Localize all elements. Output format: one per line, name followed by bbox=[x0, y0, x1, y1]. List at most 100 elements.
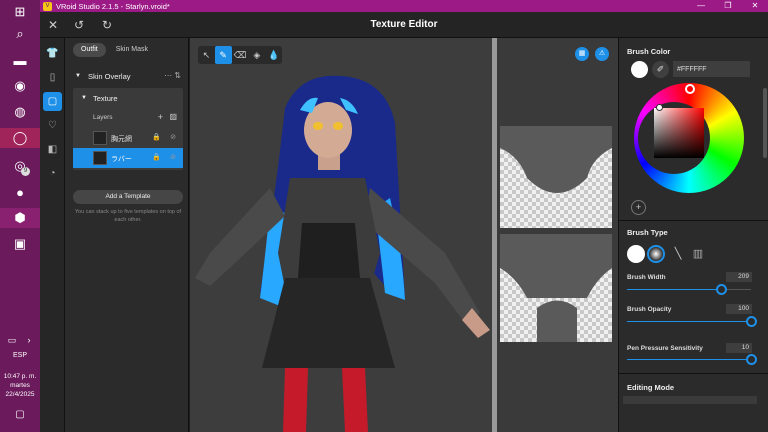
eye-off-icon[interactable]: ⊘ bbox=[170, 153, 176, 161]
hex-color-input[interactable] bbox=[673, 61, 750, 77]
brush-opacity-value[interactable]: 100 bbox=[726, 304, 752, 314]
search-icon[interactable]: ⌕ bbox=[8, 24, 32, 44]
app-root: ⊞ ⌕ ▬ ◉ ◍ ◯ ◎ 9 ● ⬢ ▣ ▭ › ESP 10:47 p. m… bbox=[0, 0, 768, 432]
layer-name: 胸元網 bbox=[111, 136, 132, 143]
panel-scrollbar[interactable] bbox=[763, 88, 767, 158]
onepiece-icon[interactable]: ▯ bbox=[43, 68, 62, 87]
texture-header[interactable]: ▼ Texture bbox=[73, 92, 183, 106]
page-title: Texture Editor bbox=[370, 19, 438, 30]
bra-icon[interactable]: ♡ bbox=[43, 116, 62, 135]
current-color-swatch[interactable] bbox=[631, 61, 648, 78]
file-explorer-icon[interactable]: ▬ bbox=[8, 50, 32, 70]
layer-row-selected[interactable]: ラバー 🔒 ⊘ bbox=[73, 148, 183, 168]
minimize-button[interactable]: — bbox=[688, 0, 714, 12]
layers-header: Layers + ▨ bbox=[73, 112, 183, 124]
tab-skin-mask[interactable]: Skin Mask bbox=[108, 43, 156, 57]
notification-badge: 9 bbox=[21, 167, 30, 176]
tab-outfit[interactable]: Outfit bbox=[73, 43, 106, 57]
layer-panel: Outfit Skin Mask ▼ Skin Overlay ⋯ ⇅ ▼ Te… bbox=[65, 38, 189, 432]
color-handle[interactable] bbox=[656, 104, 663, 111]
divider bbox=[619, 220, 768, 221]
add-layer-icon[interactable]: + bbox=[158, 112, 163, 122]
chevron-right-icon[interactable]: › bbox=[22, 330, 36, 350]
saturation-value-picker[interactable] bbox=[654, 108, 704, 158]
expand-down-icon: ▼ bbox=[81, 95, 87, 101]
close-window-button[interactable]: ✕ bbox=[742, 0, 768, 12]
layers-label: Layers bbox=[93, 114, 113, 121]
slider-handle[interactable] bbox=[746, 354, 757, 365]
discord-icon[interactable]: ◍ bbox=[8, 102, 32, 122]
layer-thumbnail bbox=[93, 131, 107, 145]
grid-toggle-icon[interactable]: ▦ bbox=[575, 47, 589, 61]
windows-taskbar: ⊞ ⌕ ▬ ◉ ◍ ◯ ◎ 9 ● ⬢ ▣ ▭ › ESP 10:47 p. m… bbox=[0, 0, 40, 432]
layer-row[interactable]: 胸元網 🔒 ⊘ bbox=[73, 128, 183, 148]
language-indicator[interactable]: ESP bbox=[0, 352, 40, 359]
soft-brush-icon[interactable] bbox=[647, 245, 665, 263]
pointer-icon[interactable]: ↖ bbox=[198, 46, 215, 64]
category-strip: 👕 ▯ ▢ ♡ ◧ ◔ bbox=[40, 38, 65, 432]
slider-handle[interactable] bbox=[716, 284, 728, 295]
top-garment-icon[interactable]: 👕 bbox=[43, 44, 62, 63]
expand-down-icon: ▼ bbox=[75, 73, 81, 79]
import-image-icon[interactable]: ▨ bbox=[169, 112, 177, 121]
section-menu-icon[interactable]: ⋯ ⇅ bbox=[164, 71, 181, 80]
slider-fill bbox=[627, 321, 751, 322]
pen-icon[interactable]: ✎ bbox=[214, 46, 232, 64]
gallery-icon[interactable]: ▣ bbox=[8, 234, 32, 254]
maximize-button[interactable]: ❐ bbox=[715, 0, 741, 12]
texture-brush-icon[interactable]: ▥ bbox=[689, 245, 707, 263]
add-template-button[interactable]: Add a Template bbox=[73, 190, 183, 204]
lock-icon[interactable]: 🔒 bbox=[152, 133, 161, 141]
body-overlay-icon[interactable]: ▢ bbox=[43, 92, 62, 111]
texture-label: Texture bbox=[93, 94, 118, 103]
whatsapp-icon[interactable]: ◎ 9 bbox=[8, 156, 32, 176]
texture-canvas[interactable]: ▦ ⚠ bbox=[497, 38, 618, 432]
lock-icon[interactable]: 🔒 bbox=[152, 153, 161, 161]
pen-pressure-label: Pen Pressure Sensitivity bbox=[627, 345, 703, 352]
clock-date: 22/4/2025 bbox=[5, 391, 35, 398]
shoes-icon[interactable]: ◧ bbox=[43, 140, 62, 159]
pen-pressure-slider[interactable] bbox=[627, 354, 757, 365]
brush-opacity-label: Brush Opacity bbox=[627, 306, 672, 313]
slider-handle[interactable] bbox=[746, 316, 757, 327]
line-brush-icon[interactable]: ╲ bbox=[669, 245, 687, 263]
firefox-icon[interactable]: ◉ bbox=[8, 76, 32, 96]
section-skin-overlay[interactable]: ▼ Skin Overlay ⋯ ⇅ bbox=[65, 70, 189, 84]
eye-off-icon[interactable]: ⊘ bbox=[170, 133, 176, 141]
clock-day: martes bbox=[10, 382, 30, 389]
add-color-button[interactable]: + bbox=[631, 200, 646, 215]
accessory-icon[interactable]: ◔ bbox=[43, 164, 62, 183]
system-clock[interactable]: 10:47 p. m. martes 22/4/2025 bbox=[0, 372, 40, 399]
steam-icon[interactable]: ● bbox=[8, 182, 32, 202]
mirror-toggle-icon[interactable]: ⚠ bbox=[595, 47, 609, 61]
brush-width-value[interactable]: 209 bbox=[726, 272, 752, 282]
brush-width-slider[interactable] bbox=[627, 284, 751, 295]
vroid-app-icon: V bbox=[43, 1, 52, 11]
layer-name: ラバー bbox=[111, 156, 132, 163]
outfit-tabs: Outfit Skin Mask bbox=[73, 43, 158, 57]
brush-width-label: Brush Width bbox=[627, 274, 666, 281]
brush-opacity-slider[interactable] bbox=[627, 316, 757, 327]
windows-icon[interactable]: ⊞ bbox=[8, 2, 32, 22]
model-viewport[interactable]: ↖ ✎ ⌫ ◈ 💧 bbox=[190, 38, 492, 432]
pen-pressure-value[interactable]: 10 bbox=[726, 343, 752, 353]
slider-fill bbox=[627, 359, 751, 360]
editor-header: ✕ ↺ ↻ Texture Editor bbox=[40, 12, 768, 38]
opera-icon[interactable]: ◯ bbox=[0, 128, 40, 148]
fill-icon[interactable]: ◈ bbox=[248, 46, 265, 64]
editing-mode-options[interactable] bbox=[623, 396, 757, 404]
brush-type-title: Brush Type bbox=[627, 228, 668, 237]
hue-handle[interactable] bbox=[685, 84, 695, 94]
blur-icon[interactable]: 💧 bbox=[265, 46, 282, 64]
template-note: You can stack up to five templates on to… bbox=[74, 209, 182, 223]
notification-center-icon[interactable]: ▢ bbox=[8, 404, 32, 424]
round-brush-icon[interactable] bbox=[627, 245, 645, 263]
divider bbox=[619, 373, 768, 374]
vroid-icon[interactable]: ⬢ bbox=[0, 208, 40, 228]
clock-time: 10:47 p. m. bbox=[3, 373, 37, 380]
eraser-icon[interactable]: ⌫ bbox=[232, 46, 249, 64]
eyedropper-icon[interactable]: ✐ bbox=[652, 61, 669, 78]
editing-mode-title: Editing Mode bbox=[627, 383, 675, 392]
window-titlebar: V VRoid Studio 2.1.5 - Starlyn.vroid* — … bbox=[40, 0, 768, 12]
network-icon[interactable]: ▭ bbox=[4, 330, 20, 350]
